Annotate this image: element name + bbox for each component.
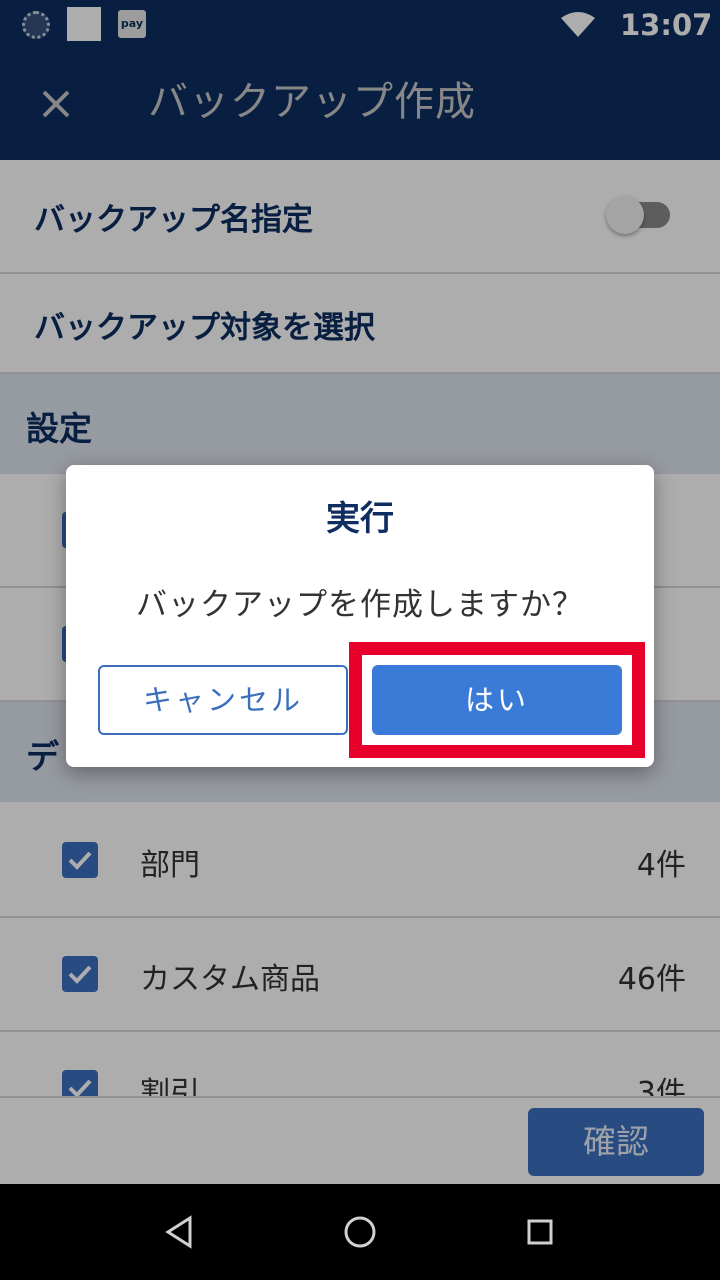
dialog-message: バックアップを作成しますか？ bbox=[136, 587, 584, 623]
highlight-box bbox=[349, 642, 645, 758]
system-nav-bar bbox=[0, 1184, 720, 1280]
dialog-title: 実行 bbox=[326, 499, 394, 539]
back-triangle-icon[interactable] bbox=[160, 1212, 200, 1252]
recents-square-icon[interactable] bbox=[520, 1212, 560, 1252]
cancel-button[interactable]: キャンセル bbox=[98, 665, 348, 735]
home-circle-icon[interactable] bbox=[340, 1212, 380, 1252]
